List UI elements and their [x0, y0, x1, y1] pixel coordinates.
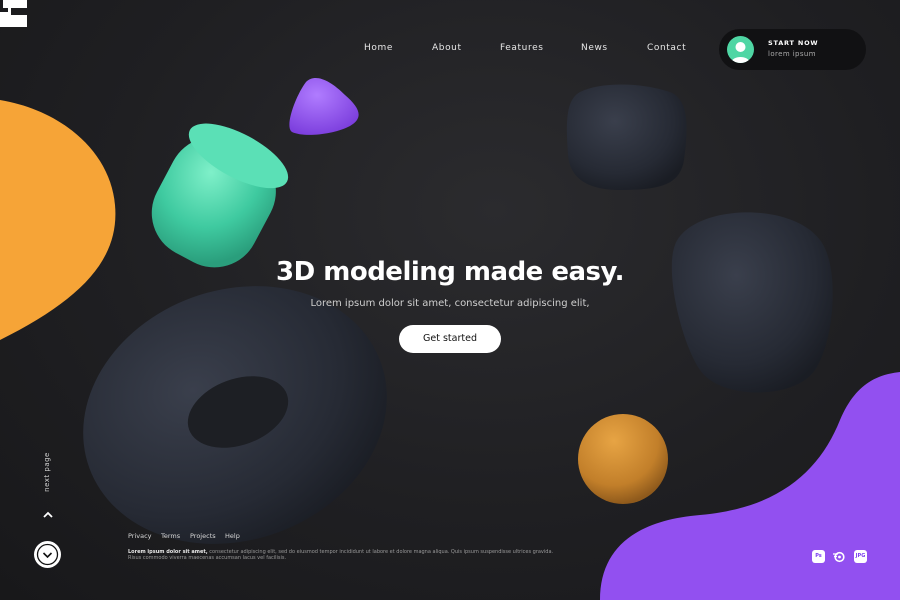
jpg-icon: JPG	[854, 550, 867, 563]
start-now-title: START NOW	[768, 39, 819, 47]
dark-cylinder	[671, 212, 833, 393]
hero-subtitle: Lorem ipsum dolor sit amet, consectetur …	[310, 298, 590, 309]
footer-link-projects[interactable]: Projects	[190, 532, 216, 540]
avatar-icon	[727, 36, 754, 63]
scroll-down-button[interactable]	[34, 541, 61, 568]
nav-item-home[interactable]: Home	[364, 43, 393, 53]
dark-cube	[566, 84, 687, 190]
hero-title: 3D modeling made easy.	[276, 257, 624, 287]
chevron-up-icon[interactable]	[41, 510, 55, 520]
orange-sphere	[578, 414, 668, 504]
footer-links: Privacy Terms Projects Help	[128, 532, 288, 542]
footer-link-help[interactable]: Help	[225, 532, 240, 540]
footer-description: Lorem ipsum dolor sit amet, consectetur …	[128, 549, 558, 561]
orange-blob	[0, 100, 116, 340]
landing-page: Home About Features News Contact START N…	[0, 0, 900, 600]
nav-item-features[interactable]: Features	[500, 43, 544, 53]
nav-item-about[interactable]: About	[432, 43, 462, 53]
next-page-label: next page	[43, 452, 51, 492]
photoshop-icon: Ps	[812, 550, 825, 563]
violet-pyramid	[289, 78, 359, 135]
start-now-subtitle: lorem ipsum	[768, 50, 816, 58]
footer-link-privacy[interactable]: Privacy	[128, 532, 152, 540]
chevron-down-icon	[36, 543, 59, 566]
get-started-button[interactable]: Get started	[399, 325, 501, 353]
nav-item-news[interactable]: News	[581, 43, 608, 53]
nav-item-contact[interactable]: Contact	[647, 43, 686, 53]
top-navigation: Home About Features News Contact	[340, 43, 710, 57]
start-now-button[interactable]: START NOW lorem ipsum	[719, 29, 866, 70]
blender-icon	[832, 550, 845, 563]
footer-link-terms[interactable]: Terms	[161, 532, 180, 540]
